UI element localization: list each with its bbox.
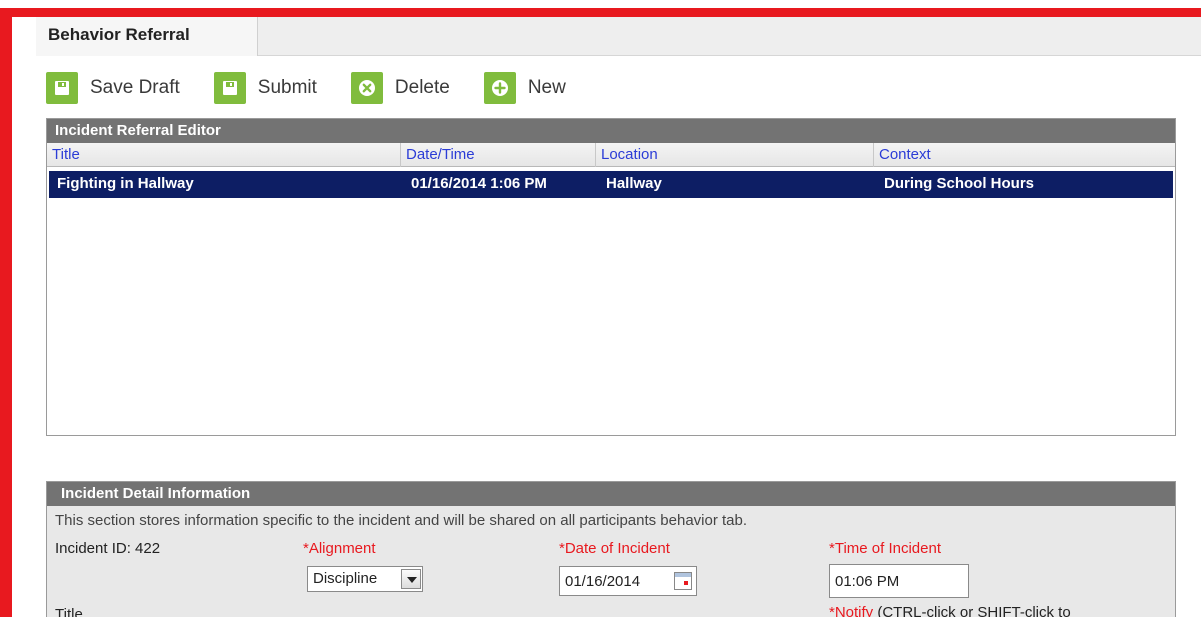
detail-title: Incident Detail Information [47, 482, 1175, 506]
row-context: During School Hours [884, 175, 1034, 192]
red-frame-left [0, 8, 12, 617]
date-of-incident-input[interactable]: 01/16/2014 [559, 566, 697, 596]
time-value: 01:06 PM [835, 573, 900, 590]
column-header-location[interactable]: Location [596, 143, 874, 167]
date-value: 01/16/2014 [565, 573, 641, 590]
notify-label-group: *Notify (CTRL-click or SHIFT-click to [829, 604, 1071, 617]
detail-description: This section stores information specific… [55, 512, 748, 529]
save-icon [213, 72, 246, 104]
row-location: Hallway [606, 175, 662, 192]
column-header-title[interactable]: Title [47, 143, 401, 167]
table-row[interactable]: Fighting in Hallway 01/16/2014 1:06 PM H… [49, 171, 1173, 198]
alignment-select[interactable]: Discipline [307, 566, 423, 592]
incident-detail-panel: Incident Detail Information This section… [46, 481, 1176, 617]
grid-header: Title Date/Time Location Context [47, 143, 1175, 167]
save-draft-label: Save Draft [90, 77, 180, 98]
tab-behavior-referral[interactable]: Behavior Referral [36, 17, 258, 56]
delete-button[interactable]: Delete [350, 72, 450, 104]
row-title: Fighting in Hallway [57, 175, 194, 192]
red-frame-top [0, 8, 1201, 17]
action-toolbar: Save Draft Submit Delete New [46, 70, 600, 106]
submit-button[interactable]: Submit [213, 72, 317, 104]
new-button[interactable]: New [483, 72, 566, 104]
save-icon [46, 72, 78, 104]
plus-icon [483, 72, 516, 104]
delete-label: Delete [394, 77, 450, 98]
delete-icon [350, 72, 383, 104]
new-label: New [527, 77, 566, 98]
time-of-incident-input[interactable]: 01:06 PM [829, 564, 969, 598]
tab-bar: Behavior Referral [36, 17, 1201, 56]
save-draft-button[interactable]: Save Draft [46, 72, 180, 104]
column-header-datetime[interactable]: Date/Time [401, 143, 596, 167]
date-of-incident-label: *Date of Incident [559, 540, 670, 557]
alignment-label: *Alignment [303, 540, 376, 557]
notify-label: *Notify [829, 604, 874, 617]
calendar-icon[interactable] [674, 572, 692, 590]
editor-title: Incident Referral Editor [47, 119, 1175, 143]
column-header-context[interactable]: Context [874, 143, 1175, 167]
row-datetime: 01/16/2014 1:06 PM [411, 175, 547, 192]
incident-referral-editor: Incident Referral Editor Title Date/Time… [46, 118, 1176, 436]
alignment-value: Discipline [313, 570, 378, 587]
incident-id: Incident ID: 422 [55, 540, 161, 557]
time-of-incident-label: *Time of Incident [829, 540, 941, 557]
title-label: Title [55, 606, 83, 617]
chevron-down-icon[interactable] [401, 569, 421, 589]
notify-hint: (CTRL-click or SHIFT-click to [877, 604, 1071, 617]
submit-label: Submit [257, 77, 317, 98]
